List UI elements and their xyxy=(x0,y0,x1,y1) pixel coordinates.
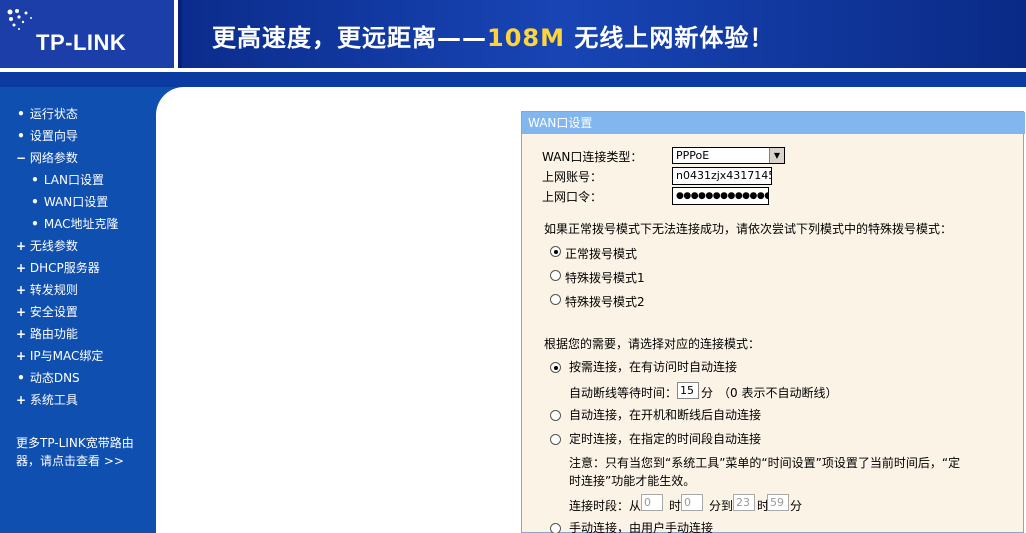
sidebar-item-routing[interactable]: + 路由功能 xyxy=(16,325,78,342)
sidebar-item-network[interactable]: − 网络参数 xyxy=(16,149,78,166)
collapse-icon: − xyxy=(16,151,27,165)
slogan-highlight: 108M xyxy=(487,24,565,52)
idle-label: 自动断线等待时间： xyxy=(569,386,678,400)
expand-icon: + xyxy=(16,261,27,275)
sidebar-item-label: 无线参数 xyxy=(29,239,78,253)
special-dial-hint: 如果正常拨号模式下无法连接成功，请依次尝试下列模式中的特殊拨号模式： xyxy=(544,222,953,236)
more-products-link[interactable]: 更多TP-LINK宽带路由器，请点击查看 >> xyxy=(16,434,146,470)
sidebar-item-security[interactable]: + 安全设置 xyxy=(16,303,78,320)
dial-mode-normal-radio[interactable] xyxy=(550,246,561,257)
sidebar-item-status[interactable]: • 运行状态 xyxy=(16,105,78,122)
sidebar-item-label: 转发规则 xyxy=(29,283,78,297)
sidebar-item-label: IP与MAC绑定 xyxy=(29,349,104,363)
bullet-icon: • xyxy=(31,195,39,209)
connect-mode-label: 自动连接，在开机和断线后自动连接 xyxy=(569,408,762,422)
idle-time-input[interactable]: 15 xyxy=(677,382,699,399)
sidebar-item-label: 网络参数 xyxy=(29,151,78,165)
connect-mode-label: 手动连接，由用户手动连接 xyxy=(569,521,714,533)
connect-mode-label: 按需连接，在有访问时自动连接 xyxy=(569,360,738,374)
to-label: 分到 xyxy=(709,499,734,513)
period-to-min-input[interactable]: 59 xyxy=(767,494,789,511)
sidebar-item-label: 动态DNS xyxy=(29,371,80,385)
wan-type-label: WAN口连接类型： xyxy=(542,150,643,164)
dial-mode-special2-radio[interactable] xyxy=(550,294,561,305)
sidebar-item-label: 安全设置 xyxy=(29,305,78,319)
panel-title: WAN口设置 xyxy=(522,112,1025,134)
dial-mode-label: 特殊拨号模式1 xyxy=(565,271,645,285)
bullet-icon: • xyxy=(17,107,25,121)
header-bar xyxy=(0,72,1026,87)
logo: TP-LINK xyxy=(0,0,178,68)
connect-on-demand-radio[interactable] xyxy=(550,362,561,373)
sidebar-item-label: 系统工具 xyxy=(29,393,78,407)
logo-text: TP-LINK xyxy=(36,30,127,55)
expand-icon: + xyxy=(16,349,27,363)
connect-scheduled-radio[interactable] xyxy=(550,434,561,445)
period-from-min-input[interactable]: 0 xyxy=(681,494,703,511)
sidebar-item-label: DHCP服务器 xyxy=(29,261,100,275)
sidebar-item-label: LAN口设置 xyxy=(43,173,104,187)
sidebar-item-mac-clone[interactable]: • MAC地址克隆 xyxy=(30,215,119,232)
chevron-down-icon[interactable]: ▼ xyxy=(769,148,784,163)
sidebar-item-forwarding[interactable]: + 转发规则 xyxy=(16,281,78,298)
connect-manual-radio[interactable] xyxy=(550,523,561,533)
account-input[interactable]: n0431zjx43171457 xyxy=(672,167,772,185)
bullet-icon: • xyxy=(17,371,25,385)
slogan-part2: 无线上网新体验！ xyxy=(564,24,775,52)
logo-dots-icon xyxy=(7,9,32,30)
sidebar-item-lan[interactable]: • LAN口设置 xyxy=(30,171,104,188)
wan-settings-panel: WAN口设置 WAN口连接类型： PPPoE ▼ 上网账号： n0431zjx4… xyxy=(521,111,1025,533)
sidebar-item-system-tools[interactable]: + 系统工具 xyxy=(16,391,78,408)
expand-icon: + xyxy=(16,283,27,297)
dial-mode-special1-radio[interactable] xyxy=(550,270,561,281)
schedule-note-line2: 时连接”功能才能生效。 xyxy=(569,474,696,488)
connect-auto-radio[interactable] xyxy=(550,410,561,421)
period-label: 连接时段：从 xyxy=(569,499,642,513)
router-admin-page: TP-LINK 更高速度，更远距离——108M 无线上网新体验！ • 运行状态 … xyxy=(0,0,1026,533)
expand-icon: + xyxy=(16,239,27,253)
bullet-icon: • xyxy=(17,129,25,143)
sidebar-item-wireless[interactable]: + 无线参数 xyxy=(16,237,78,254)
bullet-icon: • xyxy=(31,217,39,231)
connect-mode-label: 定时连接，在指定的时间段自动连接 xyxy=(569,432,762,446)
expand-icon: + xyxy=(16,393,27,407)
min-label: 分 xyxy=(790,499,803,513)
banner-slogan: 更高速度，更远距离——108M 无线上网新体验！ xyxy=(212,18,774,53)
password-label: 上网口令： xyxy=(542,190,603,204)
account-label: 上网账号： xyxy=(542,170,603,184)
idle-note: （0 表示不自动断线） xyxy=(718,386,838,400)
period-to-hour-input[interactable]: 23 xyxy=(733,494,755,511)
password-input[interactable]: ●●●●●●●●●●●●●● xyxy=(672,187,769,205)
connect-mode-hint: 根据您的需要，请选择对应的连接模式： xyxy=(544,337,761,351)
dial-mode-label: 特殊拨号模式2 xyxy=(565,295,645,309)
sidebar-item-label: WAN口设置 xyxy=(43,195,109,209)
expand-icon: + xyxy=(16,305,27,319)
sidebar-item-wan[interactable]: • WAN口设置 xyxy=(30,193,108,210)
hour-label: 时 xyxy=(669,499,682,513)
period-from-hour-input[interactable]: 0 xyxy=(641,494,663,511)
sidebar-item-ddns[interactable]: • 动态DNS xyxy=(16,369,80,386)
schedule-note-line1: 注意：只有当您到“系统工具”菜单的“时间设置”项设置了当前时间后，“定 xyxy=(569,456,961,470)
sidebar-item-label: 路由功能 xyxy=(29,327,78,341)
banner: 更高速度，更远距离——108M 无线上网新体验！ xyxy=(182,0,1026,68)
wan-type-select[interactable]: PPPoE ▼ xyxy=(672,147,785,164)
dial-mode-label: 正常拨号模式 xyxy=(565,247,638,261)
slogan-part1: 更高速度，更远距离—— xyxy=(212,24,487,52)
expand-icon: + xyxy=(16,327,27,341)
sidebar-item-label: MAC地址克隆 xyxy=(43,217,119,231)
sidebar-item-dhcp[interactable]: + DHCP服务器 xyxy=(16,259,100,276)
wan-type-value: PPPoE xyxy=(676,149,710,162)
sidebar-item-ip-mac-binding[interactable]: + IP与MAC绑定 xyxy=(16,347,103,364)
sidebar-item-label: 运行状态 xyxy=(29,107,78,121)
sidebar-item-wizard[interactable]: • 设置向导 xyxy=(16,127,78,144)
idle-unit: 分 xyxy=(701,386,714,400)
bullet-icon: • xyxy=(31,173,39,187)
header: TP-LINK 更高速度，更远距离——108M 无线上网新体验！ xyxy=(0,0,1026,68)
sidebar-item-label: 设置向导 xyxy=(29,129,78,143)
